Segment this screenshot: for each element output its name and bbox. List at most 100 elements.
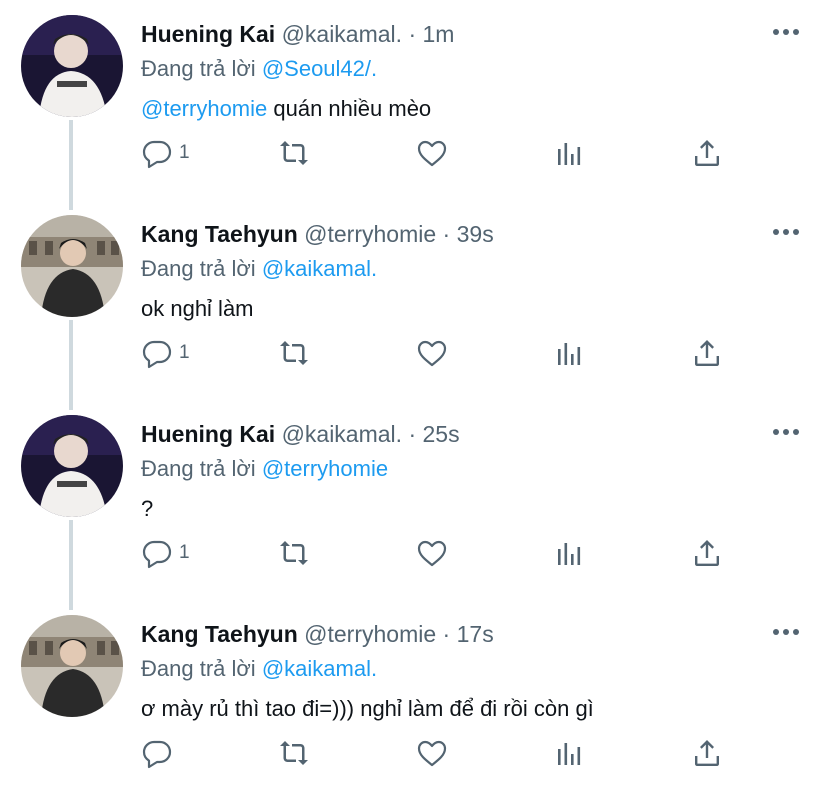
retweet-icon (280, 741, 308, 765)
share-icon (695, 140, 719, 166)
user-handle[interactable]: @terryhomie (304, 621, 436, 647)
action-bar (0, 733, 828, 773)
tweet-text: @terryhomie quán nhiều mèo (141, 94, 431, 124)
share-icon (695, 740, 719, 766)
mention-link[interactable]: @terryhomie (141, 96, 267, 121)
timestamp[interactable]: 25s (423, 421, 460, 447)
share-button[interactable] (691, 733, 723, 773)
separator-dot: · (442, 621, 451, 647)
tweet-header: Huening Kai @kaikamal. · 1m (141, 19, 454, 49)
retweet-icon (280, 141, 308, 165)
retweet-button[interactable] (278, 333, 310, 373)
analytics-button[interactable] (554, 733, 586, 773)
replying-to-handle[interactable]: @kaikamal. (262, 656, 377, 681)
display-name[interactable]: Kang Taehyun (141, 621, 298, 647)
analytics-button[interactable] (554, 333, 586, 373)
share-button[interactable] (691, 333, 723, 373)
replying-to: Đang trả lời @terryhomie (141, 454, 388, 484)
retweet-icon (280, 541, 308, 565)
heart-icon (417, 540, 447, 567)
avatar-kang-taehyun-icon (21, 215, 123, 317)
analytics-icon (558, 743, 581, 765)
more-dots-icon (773, 229, 799, 235)
tweet[interactable]: Huening Kai @kaikamal. · 1m Đang trả lời… (0, 0, 828, 200)
more-options-button[interactable] (772, 422, 800, 442)
reply-count: 1 (179, 542, 190, 563)
avatar-huening-kai-icon (21, 15, 123, 117)
reply-icon (142, 140, 172, 169)
reply-icon (142, 340, 172, 369)
more-options-button[interactable] (772, 622, 800, 642)
action-bar: 1 (0, 333, 828, 373)
replying-prefix: Đang trả lời (141, 656, 256, 681)
more-options-button[interactable] (772, 222, 800, 242)
reply-button[interactable]: 1 (141, 133, 190, 173)
display-name[interactable]: Kang Taehyun (141, 221, 298, 247)
analytics-button[interactable] (554, 133, 586, 173)
reply-icon (142, 540, 172, 569)
replying-to: Đang trả lời @kaikamal. (141, 654, 377, 684)
action-bar: 1 (0, 533, 828, 573)
retweet-icon (280, 341, 308, 365)
timestamp[interactable]: 17s (457, 621, 494, 647)
more-dots-icon (773, 429, 799, 435)
tweet-text: ? (141, 494, 153, 524)
avatar[interactable] (21, 615, 123, 717)
reply-count: 1 (179, 342, 190, 363)
replying-to: Đang trả lời @Seoul42/. (141, 54, 377, 84)
tweet-header: Kang Taehyun @terryhomie · 17s (141, 619, 494, 649)
reply-button[interactable]: 1 (141, 333, 190, 373)
tweet[interactable]: Huening Kai @kaikamal. · 25s Đang trả lờ… (0, 400, 828, 600)
like-button[interactable] (416, 133, 448, 173)
avatar[interactable] (21, 215, 123, 317)
replying-to-handle[interactable]: @Seoul42/. (262, 56, 377, 81)
tweet[interactable]: Kang Taehyun @terryhomie · 17s Đang trả … (0, 600, 828, 800)
more-dots-icon (773, 29, 799, 35)
retweet-button[interactable] (278, 133, 310, 173)
replying-to-handle[interactable]: @terryhomie (262, 456, 388, 481)
share-button[interactable] (691, 133, 723, 173)
tweet-text: ơ mày rủ thì tao đi=))) nghỉ làm để đi r… (141, 694, 594, 724)
reply-button[interactable] (141, 733, 179, 773)
separator-dot: · (442, 221, 451, 247)
tweet-text-content: ok nghỉ làm (141, 296, 254, 321)
user-handle[interactable]: @kaikamal. (282, 21, 403, 47)
analytics-button[interactable] (554, 533, 586, 573)
avatar[interactable] (21, 415, 123, 517)
tweet-text: ok nghỉ làm (141, 294, 254, 324)
replying-to: Đang trả lời @kaikamal. (141, 254, 377, 284)
tweet-header: Kang Taehyun @terryhomie · 39s (141, 219, 494, 249)
like-button[interactable] (416, 733, 448, 773)
reply-button[interactable]: 1 (141, 533, 190, 573)
user-handle[interactable]: @kaikamal. (282, 421, 403, 447)
avatar[interactable] (21, 15, 123, 117)
heart-icon (417, 340, 447, 367)
share-button[interactable] (691, 533, 723, 573)
reply-count: 1 (179, 142, 190, 163)
tweet-header: Huening Kai @kaikamal. · 25s (141, 419, 460, 449)
timestamp[interactable]: 1m (423, 21, 455, 47)
timestamp[interactable]: 39s (457, 221, 494, 247)
separator-dot: · (408, 21, 417, 47)
replying-prefix: Đang trả lời (141, 456, 256, 481)
like-button[interactable] (416, 533, 448, 573)
reply-icon (142, 740, 172, 769)
tweet-text-content: ơ mày rủ thì tao đi=))) nghỉ làm để đi r… (141, 696, 594, 721)
avatar-huening-kai-icon (21, 415, 123, 517)
tweet[interactable]: Kang Taehyun @terryhomie · 39s Đang trả … (0, 200, 828, 400)
share-icon (695, 340, 719, 366)
display-name[interactable]: Huening Kai (141, 421, 275, 447)
retweet-button[interactable] (278, 533, 310, 573)
avatar-kang-taehyun-icon (21, 615, 123, 717)
like-button[interactable] (416, 333, 448, 373)
replying-prefix: Đang trả lời (141, 256, 256, 281)
replying-to-handle[interactable]: @kaikamal. (262, 256, 377, 281)
share-icon (695, 540, 719, 566)
display-name[interactable]: Huening Kai (141, 21, 275, 47)
analytics-icon (558, 343, 581, 365)
separator-dot: · (408, 421, 417, 447)
more-options-button[interactable] (772, 22, 800, 42)
retweet-button[interactable] (278, 733, 310, 773)
user-handle[interactable]: @terryhomie (304, 221, 436, 247)
tweet-text-content: quán nhiều mèo (267, 96, 432, 121)
